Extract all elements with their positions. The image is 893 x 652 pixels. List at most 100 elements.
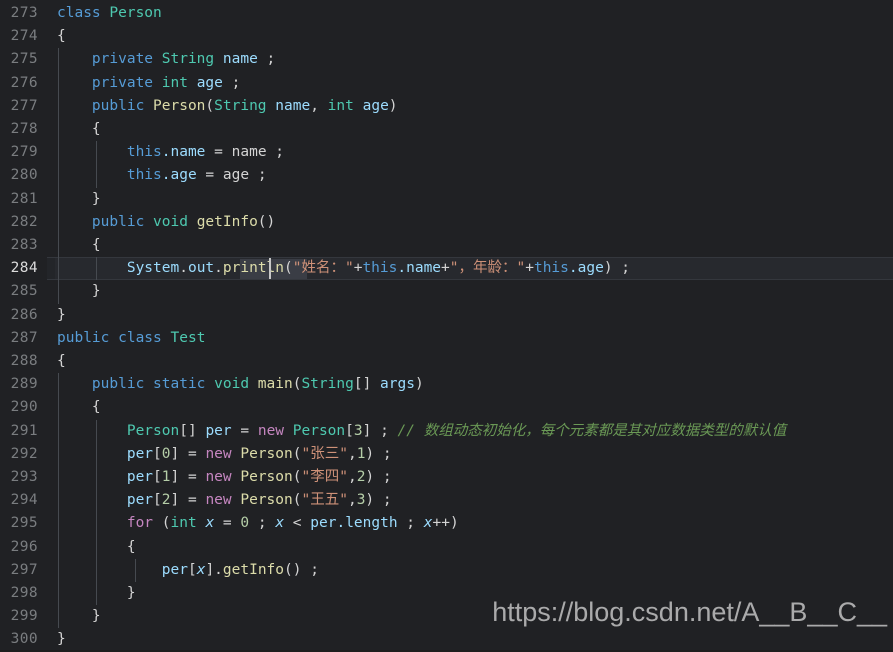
line-number[interactable]: 275 (0, 48, 38, 71)
code-token: ] = (170, 492, 206, 509)
code-editor[interactable]: class Person { private String name ; priv… (0, 0, 893, 650)
code-line[interactable]: per[0] = new Person("张三",1) ; (0, 443, 893, 466)
code-line[interactable]: { (0, 234, 893, 257)
code-line[interactable]: per[2] = new Person("王五",3) ; (0, 489, 893, 512)
code-line[interactable]: private int age ; (0, 72, 893, 95)
code-line[interactable]: public void getInfo() (0, 211, 893, 234)
code-line[interactable]: } (0, 188, 893, 211)
line-number[interactable]: 280 (0, 164, 38, 187)
line-number-gutter[interactable]: 273 274 275 276 277 278 279 280 281 282 283 284 285 2… (0, 0, 47, 650)
code-token: new (205, 492, 241, 509)
code-token: public (57, 329, 119, 346)
code-token: args (380, 376, 415, 393)
code-line-text: public static void main(String[] args) (57, 373, 424, 396)
code-token: ) ; (365, 445, 392, 462)
code-token: = (196, 167, 223, 184)
code-line[interactable]: public static void main(String[] args) (0, 373, 893, 396)
code-line[interactable]: } (0, 628, 893, 651)
code-token: { (57, 121, 101, 137)
code-line[interactable]: per[x].getInfo() ; (0, 559, 893, 582)
code-line-text: Person[] per = new Person[3] ; // 数组动态初始… (57, 420, 786, 443)
code-line[interactable]: } (0, 280, 893, 303)
code-line-text: } (57, 280, 101, 303)
code-token: , (347, 492, 357, 509)
line-number[interactable]: 274 (0, 25, 38, 48)
code-token: getInfo (196, 213, 258, 230)
code-token: ; (266, 144, 285, 161)
code-line-text: { (57, 536, 136, 559)
code-line-text: { (57, 118, 101, 141)
line-number[interactable]: 282 (0, 211, 38, 234)
code-line-text: { (57, 234, 101, 257)
code-token: ) ; (365, 492, 392, 509)
code-line[interactable]: for (int x = 0 ; x < per.length ; x++) (0, 512, 893, 535)
code-line[interactable]: public Person(String name, int age) (0, 95, 893, 118)
code-token: x (205, 515, 215, 532)
code-line[interactable]: { (0, 25, 893, 48)
code-line[interactable]: { (0, 350, 893, 373)
code-token: getInfo (222, 561, 285, 578)
line-number[interactable]: 297 (0, 559, 38, 582)
code-line[interactable]: { (0, 396, 893, 419)
code-token: 2 (161, 492, 171, 509)
line-number[interactable]: 294 (0, 489, 38, 512)
line-number[interactable]: 293 (0, 466, 38, 489)
line-number[interactable]: 292 (0, 443, 38, 466)
line-number[interactable]: 287 (0, 327, 38, 350)
line-number[interactable]: 289 (0, 373, 38, 396)
code-line[interactable]: } (0, 304, 893, 327)
code-line[interactable]: Person[] per = new Person[3] ; // 数组动态初始… (0, 420, 893, 443)
line-number[interactable]: 295 (0, 512, 38, 535)
line-number[interactable]: 281 (0, 188, 38, 211)
line-number[interactable]: 276 (0, 72, 38, 95)
code-token: int (170, 515, 197, 532)
line-number[interactable]: 290 (0, 396, 38, 419)
code-line[interactable]: this.age = age ; (0, 164, 893, 187)
line-number[interactable]: 298 (0, 582, 38, 605)
code-token: } (57, 608, 101, 625)
code-token: int (161, 74, 188, 91)
code-token: main (257, 376, 293, 393)
code-token: per (310, 515, 337, 532)
code-line[interactable]: this.name = name ; (0, 141, 893, 164)
code-token: } (57, 631, 66, 648)
code-token: { (57, 28, 66, 45)
code-content[interactable]: class Person { private String name ; priv… (0, 0, 893, 650)
line-number[interactable]: 278 (0, 118, 38, 141)
code-line[interactable]: { (0, 118, 893, 141)
code-token: ; (249, 167, 267, 184)
code-line[interactable]: private String name ; (0, 48, 893, 71)
code-token: () (257, 213, 276, 230)
code-token: { (57, 353, 66, 369)
code-line-text: System.out.println("姓名："+this.name+"，年龄：… (57, 257, 630, 280)
line-number[interactable]: 299 (0, 605, 38, 628)
code-token: ] ; (362, 422, 398, 439)
code-token: + (525, 260, 534, 277)
code-token: { (57, 538, 136, 555)
code-token: , (347, 445, 357, 462)
line-number[interactable]: 286 (0, 304, 38, 327)
code-token: "张三" (301, 445, 348, 462)
code-line[interactable]: class Person (0, 2, 893, 25)
line-number[interactable]: 288 (0, 350, 38, 373)
code-line[interactable]: { (0, 536, 893, 559)
line-number[interactable]: 300 (0, 628, 38, 651)
code-token: "姓名：" (292, 260, 354, 277)
code-token: [] (353, 376, 381, 393)
line-number[interactable]: 291 (0, 420, 38, 443)
code-token: public (91, 97, 154, 114)
code-line[interactable]: public class Test (0, 327, 893, 350)
code-token: .age (161, 167, 197, 184)
line-number[interactable]: 283 (0, 234, 38, 257)
line-number[interactable]: 285 (0, 280, 38, 303)
code-line[interactable]: } (0, 582, 893, 605)
line-number[interactable]: 284 (0, 257, 38, 280)
line-number[interactable]: 277 (0, 95, 38, 118)
code-token: new (257, 422, 293, 439)
line-number[interactable]: 296 (0, 536, 38, 559)
code-line[interactable]: per[1] = new Person("李四",2) ; (0, 466, 893, 489)
code-line[interactable]: System.out.println("姓名："+this.name+"，年龄：… (0, 257, 893, 280)
line-number[interactable]: 279 (0, 141, 38, 164)
code-line[interactable]: } (0, 605, 893, 628)
line-number[interactable]: 273 (0, 2, 38, 25)
